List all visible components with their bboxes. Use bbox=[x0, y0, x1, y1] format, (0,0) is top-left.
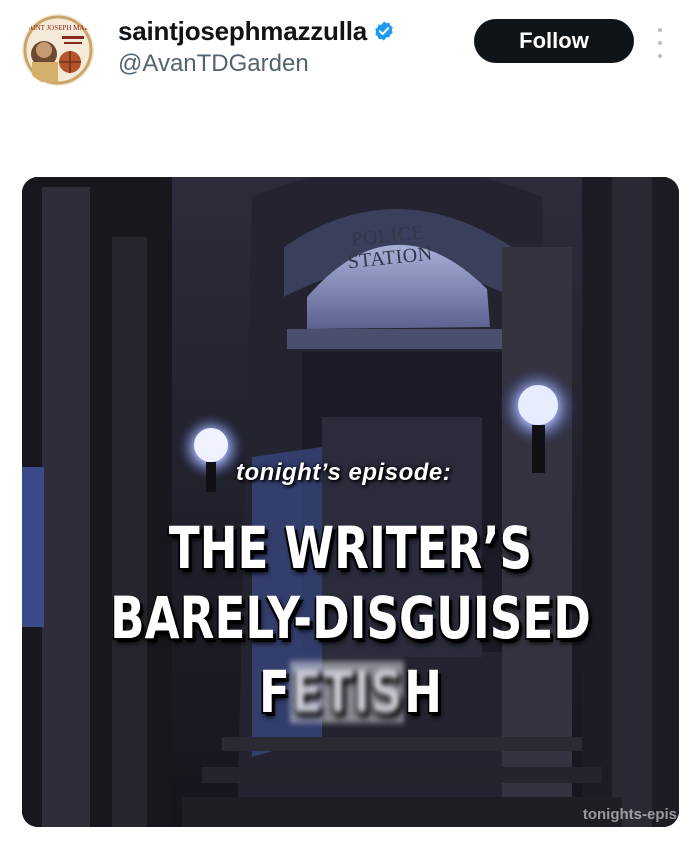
watermark: tonights-epis bbox=[582, 806, 677, 823]
user-info: saintjosephmazzulla @AvanTDGarden bbox=[118, 14, 395, 78]
name-row: saintjosephmazzulla bbox=[118, 14, 395, 48]
display-name[interactable]: saintjosephmazzulla bbox=[118, 16, 367, 47]
more-dot bbox=[658, 41, 662, 45]
episode-title-line-1: THE WRITER’S bbox=[168, 514, 533, 582]
episode-intro-text: tonight’s episode: bbox=[236, 459, 452, 486]
episode-title-line-3: FETISH bbox=[94, 661, 606, 723]
more-dot bbox=[658, 28, 662, 32]
avatar[interactable]: SAINT JOSEPH MAZZULLA bbox=[22, 14, 94, 86]
title-line-3-start: F bbox=[258, 658, 290, 726]
more-dot bbox=[658, 54, 662, 58]
more-options-icon[interactable] bbox=[650, 28, 670, 58]
title-line-3-end: H bbox=[404, 658, 443, 726]
episode-title-line-2: BARELY-DISGUISED bbox=[110, 584, 591, 652]
avatar-image: SAINT JOSEPH MAZZULLA bbox=[22, 14, 94, 86]
user-handle[interactable]: @AvanTDGarden bbox=[118, 50, 395, 78]
verified-badge-icon bbox=[375, 21, 393, 41]
follow-button[interactable]: Follow bbox=[474, 19, 634, 63]
censored-word-blur: ETIS bbox=[289, 658, 405, 726]
police-station-scene bbox=[22, 177, 679, 827]
tweet-header: SAINT JOSEPH MAZZULLA saintjosephmazzull… bbox=[0, 0, 700, 160]
tweet-media-image[interactable]: POLICE STATION tonight’s episode: THE WR… bbox=[22, 177, 679, 827]
avatar-text: SAINT JOSEPH MAZZULLA bbox=[24, 24, 94, 32]
